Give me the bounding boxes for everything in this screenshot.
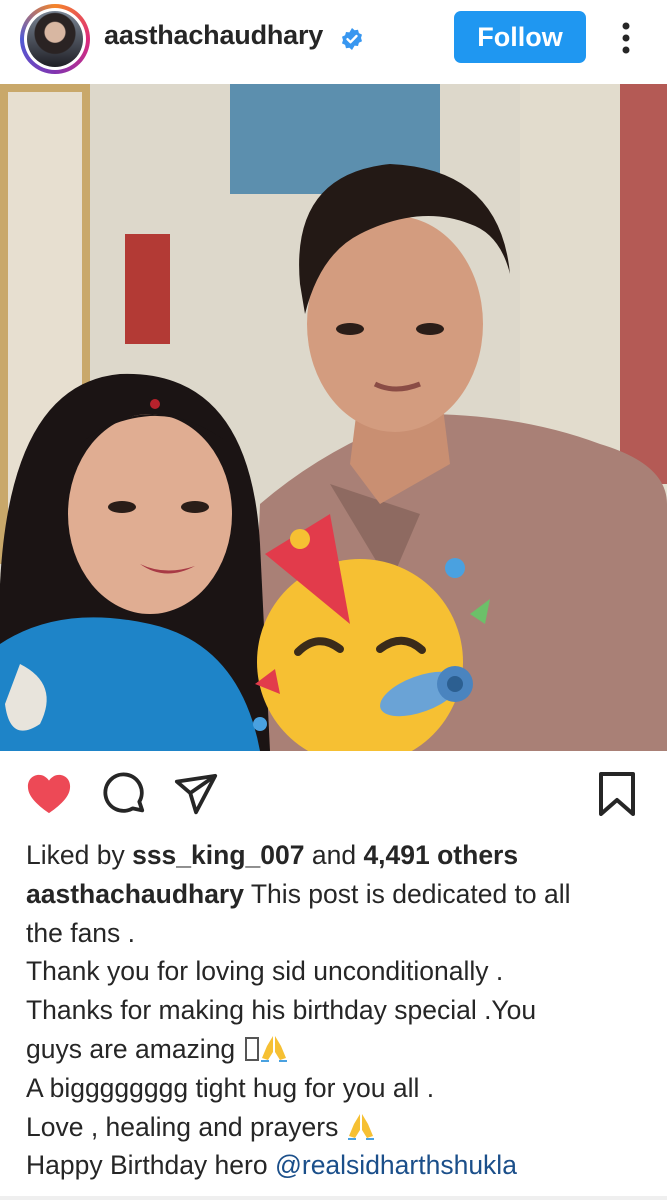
divider (0, 1196, 667, 1200)
username[interactable]: aasthachaudhary (104, 20, 323, 51)
caption-text: This post is dedicated to all (250, 878, 571, 909)
caption-line-5: guys are amazing (26, 1030, 651, 1069)
mention-link[interactable]: @realsidharthshukla (275, 1150, 517, 1180)
avatar[interactable] (20, 4, 90, 74)
share-icon[interactable] (173, 772, 219, 818)
folded-hands-icon (347, 1113, 374, 1140)
caption-line-1: aasthachaudhary This post is dedicated t… (26, 875, 651, 914)
caption-line-2: the fans . (26, 917, 136, 948)
caption-line-7: Love , healing and prayers (26, 1108, 651, 1147)
caption-line-4: Thanks for making his birthday special .… (26, 995, 537, 1026)
post-photo[interactable] (0, 84, 667, 751)
heart-filled-icon[interactable] (26, 772, 72, 816)
likes-and: and (311, 840, 357, 870)
post-caption: Liked by sss_king_007 and 4,491 others a… (26, 836, 651, 1185)
folded-hands-icon (260, 1035, 287, 1062)
post-header: aasthachaudhary Follow (0, 0, 667, 82)
caption-line-6: A bigggggggg tight hug for you all . (26, 1072, 435, 1103)
caption-text: guys are amazing (26, 1033, 236, 1064)
comment-icon[interactable] (101, 772, 147, 818)
caption-author[interactable]: aasthachaudhary (26, 879, 244, 909)
likes-line: Liked by sss_king_007 and 4,491 others (26, 836, 651, 875)
more-vertical-icon[interactable] (614, 18, 638, 58)
verified-badge-icon (342, 28, 362, 50)
likes-prefix: Liked by (26, 840, 125, 870)
caption-line-3: Thank you for loving sid unconditionally… (26, 956, 504, 987)
missing-glyph-icon (244, 1036, 259, 1061)
caption-line-8: Happy Birthday hero @realsidharthshukla (26, 1146, 651, 1185)
liked-by-user[interactable]: sss_king_007 (132, 840, 304, 870)
likes-count[interactable]: 4,491 others (363, 840, 518, 870)
caption-text: Happy Birthday hero (26, 1150, 268, 1181)
caption-text: Love , healing and prayers (26, 1111, 339, 1142)
follow-button[interactable]: Follow (454, 11, 586, 63)
bookmark-icon[interactable] (597, 772, 637, 816)
